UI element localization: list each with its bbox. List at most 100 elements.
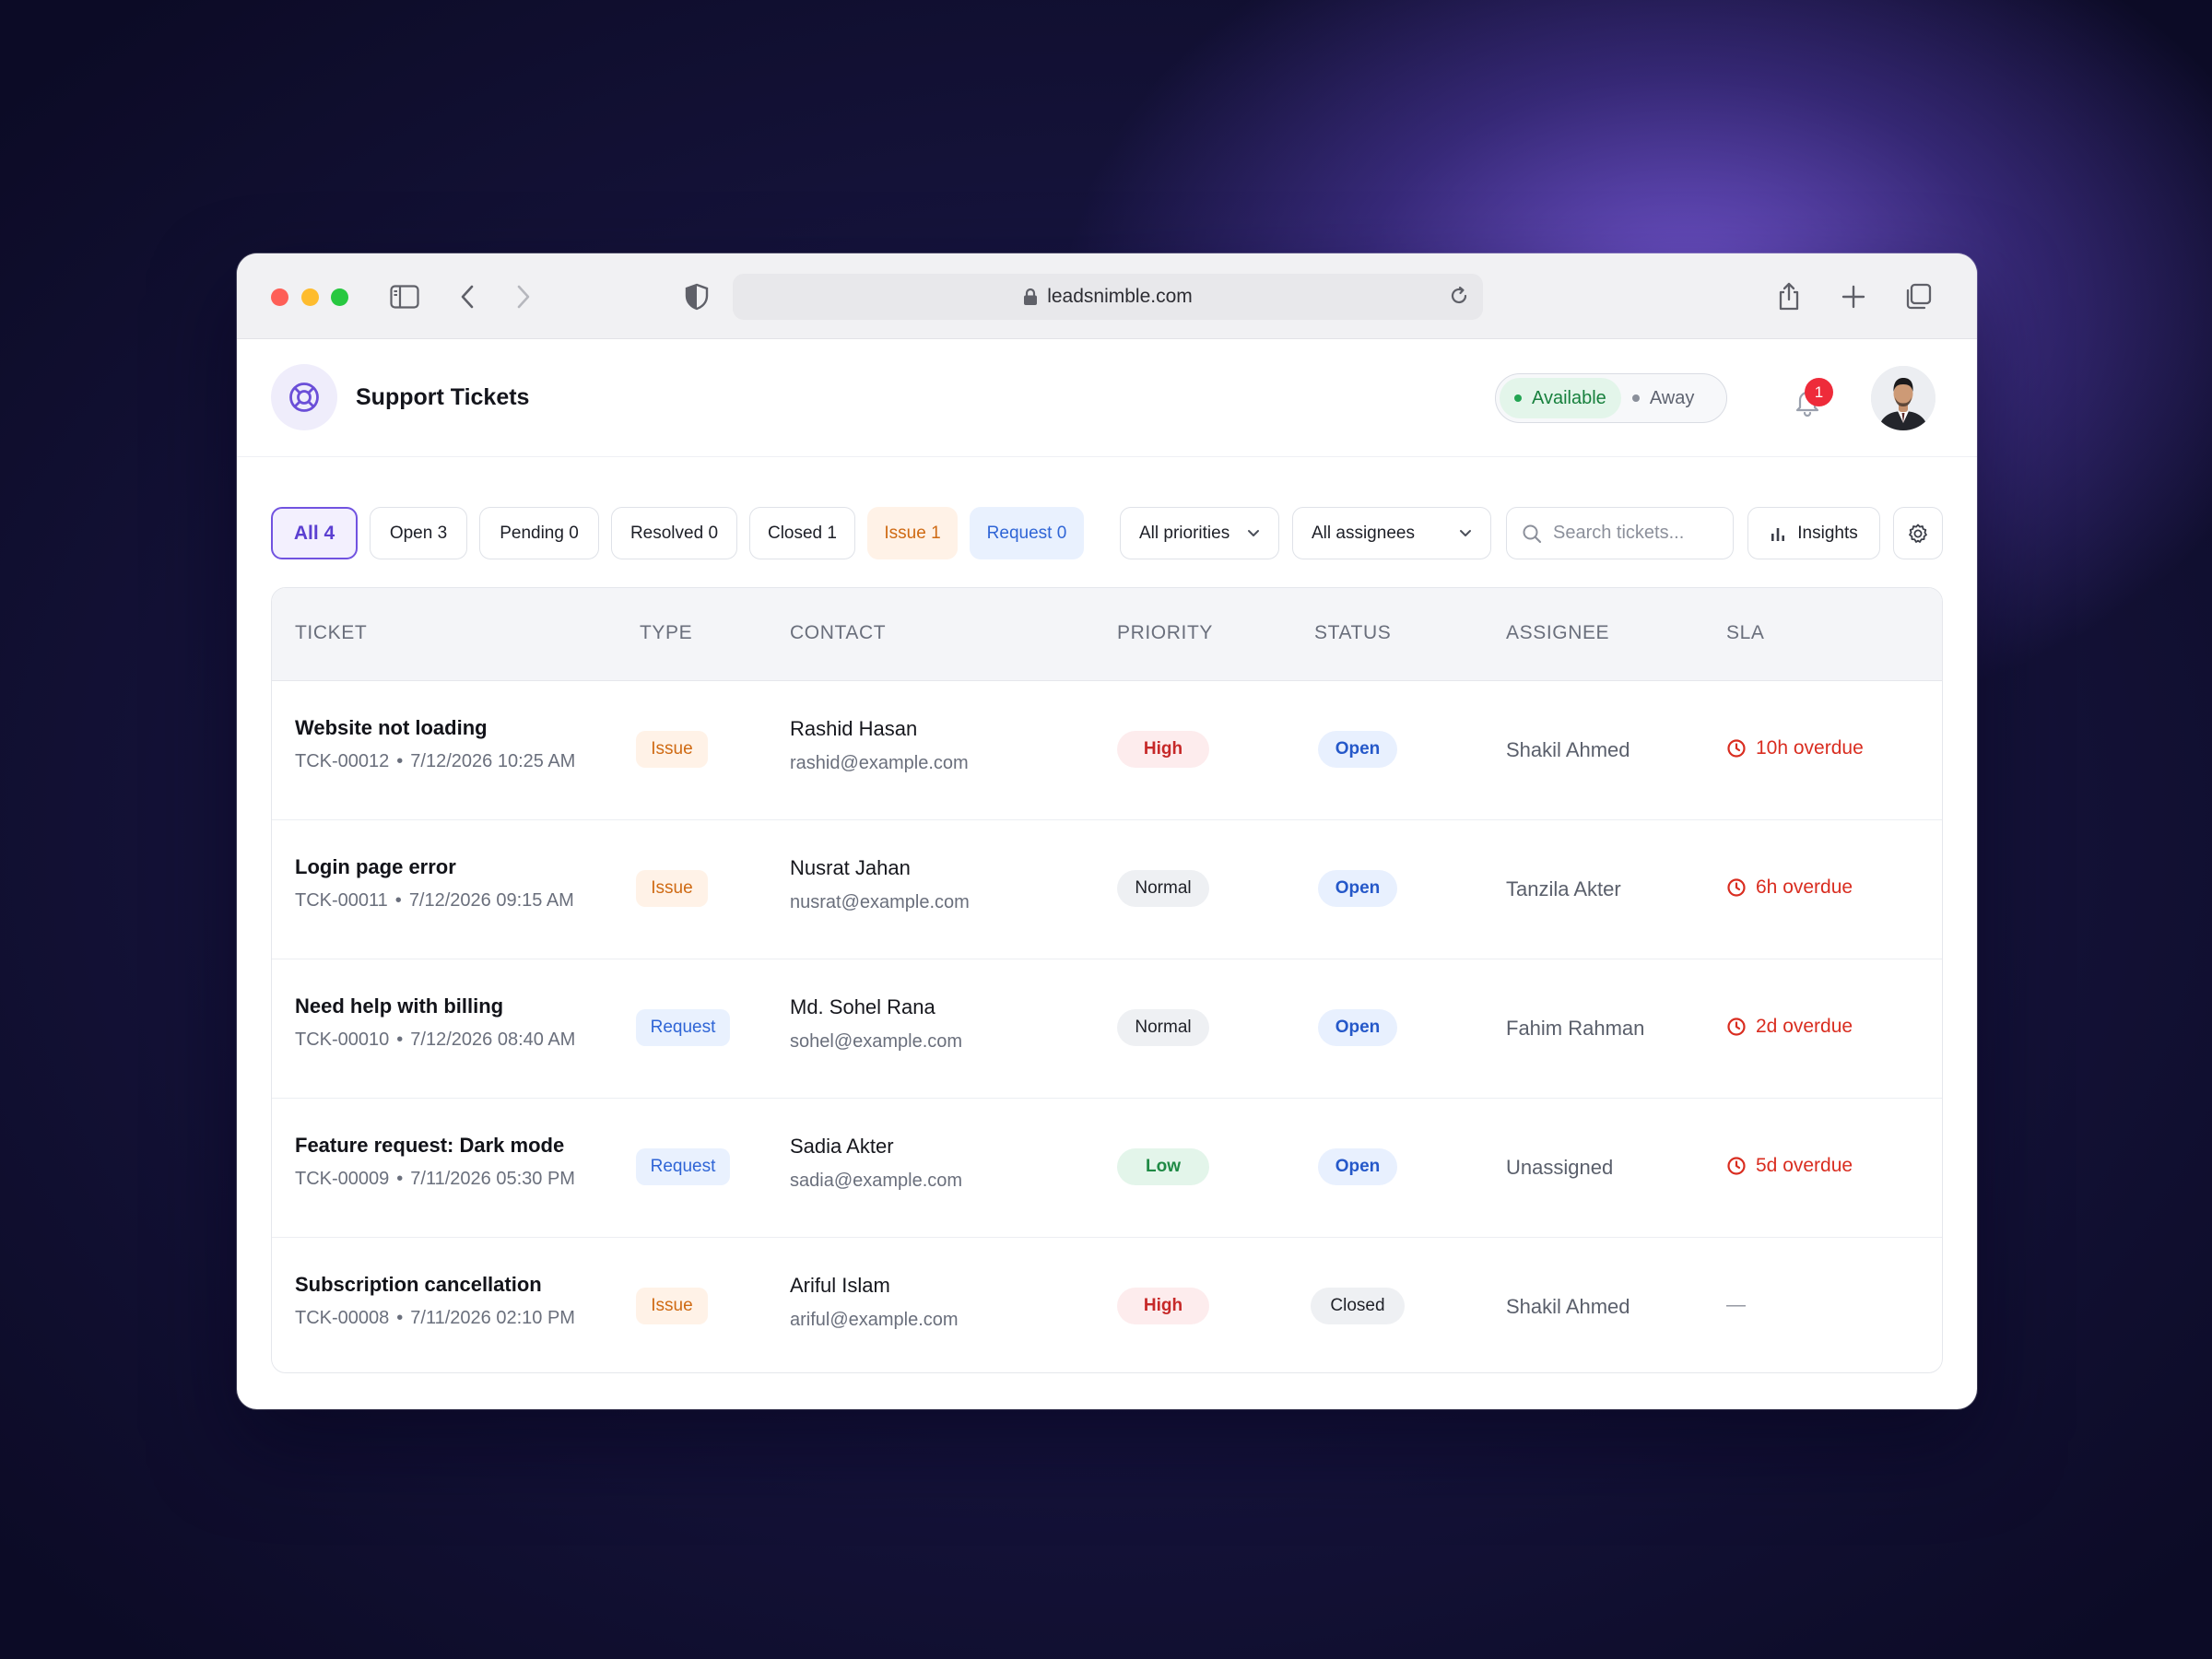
- ticket-cell: Need help with billing TCK-00010 • 7/12/20…: [295, 994, 575, 1051]
- type-badge: Issue: [636, 731, 708, 768]
- column-header-ticket[interactable]: TICKET: [295, 622, 367, 644]
- tab-count: 0: [1056, 523, 1067, 543]
- sla-text: 6h overdue: [1756, 877, 1853, 898]
- table-header: TICKET TYPE CONTACT PRIORITY STATUS ASSI…: [272, 588, 1942, 681]
- column-header-priority[interactable]: PRIORITY: [1117, 622, 1213, 644]
- column-header-assignee[interactable]: ASSIGNEE: [1506, 622, 1609, 644]
- ticket-title[interactable]: Subscription cancellation: [295, 1273, 575, 1297]
- ticket-title[interactable]: Feature request: Dark mode: [295, 1134, 575, 1158]
- notifications-button[interactable]: 1: [1789, 378, 1833, 420]
- contact-email: ariful@example.com: [790, 1310, 959, 1330]
- ticket-title[interactable]: Website not loading: [295, 716, 575, 740]
- ticket-meta: TCK-00011 • 7/12/2026 09:15 AM: [295, 890, 574, 911]
- tab-all[interactable]: All 4: [271, 507, 358, 559]
- settings-button[interactable]: [1893, 507, 1943, 559]
- table-row[interactable]: Subscription cancellation TCK-00008 • 7/11…: [272, 1238, 1942, 1372]
- status-badge: Closed: [1311, 1288, 1405, 1324]
- contact-email: sadia@example.com: [790, 1171, 963, 1191]
- url-text: leadsnimble.com: [1047, 286, 1193, 307]
- status-badge: Open: [1318, 870, 1397, 907]
- avatar[interactable]: [1871, 366, 1936, 430]
- assignee-name: Shakil Ahmed: [1506, 1295, 1630, 1318]
- column-header-sla[interactable]: SLA: [1726, 622, 1765, 644]
- ticket-meta: TCK-00010 • 7/12/2026 08:40 AM: [295, 1030, 576, 1050]
- priority-select[interactable]: All priorities: [1120, 507, 1279, 559]
- sla-text: —: [1726, 1294, 1746, 1315]
- back-icon[interactable]: [448, 277, 487, 316]
- new-tab-icon[interactable]: [1834, 277, 1873, 316]
- type-badge: Issue: [636, 1288, 708, 1324]
- share-icon[interactable]: [1770, 277, 1808, 316]
- column-header-type[interactable]: TYPE: [640, 622, 692, 644]
- clock-icon: [1727, 1018, 1746, 1036]
- lock-icon: [1023, 288, 1038, 306]
- tab-resolved[interactable]: Resolved 0: [611, 507, 737, 559]
- ticket-title[interactable]: Need help with billing: [295, 994, 575, 1018]
- shield-icon[interactable]: [677, 277, 716, 316]
- column-header-contact[interactable]: CONTACT: [790, 622, 886, 644]
- tab-request[interactable]: Request 0: [970, 507, 1084, 559]
- tab-count: 0: [569, 523, 579, 543]
- app-header: Support Tickets Available Away 1: [237, 339, 1977, 457]
- contact-cell: Ariful Islam ariful@example.com: [790, 1274, 959, 1331]
- ticket-id: TCK-00011: [295, 890, 388, 911]
- tabs-overview-icon[interactable]: [1899, 277, 1937, 316]
- insights-button[interactable]: Insights: [1747, 507, 1880, 559]
- table-row[interactable]: Need help with billing TCK-00010 • 7/12/20…: [272, 959, 1942, 1099]
- sidebar-icon[interactable]: [385, 277, 424, 316]
- table-row[interactable]: Website not loading TCK-00012 • 7/12/2026 …: [272, 681, 1942, 820]
- tab-count: 4: [324, 522, 335, 544]
- column-header-status[interactable]: STATUS: [1314, 622, 1391, 644]
- sla-text: 10h overdue: [1756, 737, 1864, 759]
- lifebuoy-icon: [271, 364, 337, 430]
- contact-email: sohel@example.com: [790, 1031, 963, 1052]
- contact-cell: Rashid Hasan rashid@example.com: [790, 717, 969, 774]
- address-bar[interactable]: leadsnimble.com: [733, 274, 1483, 320]
- contact-cell: Md. Sohel Rana sohel@example.com: [790, 995, 962, 1053]
- ticket-date: 7/11/2026 05:30 PM: [410, 1169, 575, 1189]
- status-badge: Open: [1318, 1009, 1397, 1046]
- presence-available-option[interactable]: Available: [1500, 378, 1621, 418]
- tab-issue[interactable]: Issue 1: [867, 507, 958, 559]
- tab-pending[interactable]: Pending 0: [479, 507, 599, 559]
- ticket-title[interactable]: Login page error: [295, 855, 574, 879]
- minimize-window-button[interactable]: [301, 288, 319, 306]
- tab-count: 3: [437, 523, 448, 543]
- sla-value: 6h overdue: [1726, 877, 1853, 899]
- contact-name: Rashid Hasan: [790, 717, 918, 740]
- ticket-id: TCK-00010: [295, 1030, 390, 1050]
- priority-badge: Low: [1117, 1148, 1209, 1185]
- presence-away-option[interactable]: Away: [1621, 378, 1710, 418]
- notification-count-badge: 1: [1805, 378, 1833, 406]
- ticket-cell: Feature request: Dark mode TCK-00009 • 7/1…: [295, 1134, 575, 1190]
- filter-bar: All 4 Open 3 Pending 0 Resolved 0 Closed…: [271, 507, 1943, 560]
- tab-count: 0: [708, 523, 719, 543]
- tab-label: All: [293, 522, 319, 544]
- forward-icon[interactable]: [504, 277, 543, 316]
- search-box: [1506, 507, 1734, 559]
- chevron-down-icon: [1459, 529, 1472, 537]
- ticket-cell: Website not loading TCK-00012 • 7/12/2026 …: [295, 716, 575, 772]
- maximize-window-button[interactable]: [331, 288, 348, 306]
- contact-cell: Sadia Akter sadia@example.com: [790, 1135, 962, 1192]
- sla-text: 5d overdue: [1756, 1155, 1853, 1176]
- tab-open[interactable]: Open 3: [370, 507, 467, 559]
- priority-badge: Normal: [1117, 870, 1209, 907]
- bar-chart-icon: [1770, 525, 1786, 542]
- search-input[interactable]: [1553, 523, 1691, 544]
- table-row[interactable]: Login page error TCK-00011 • 7/12/2026 09:…: [272, 820, 1942, 959]
- tab-label: Pending: [500, 523, 564, 543]
- assignee-select[interactable]: All assignees: [1292, 507, 1491, 559]
- table-row[interactable]: Feature request: Dark mode TCK-00009 • 7/1…: [272, 1099, 1942, 1238]
- contact-cell: Nusrat Jahan nusrat@example.com: [790, 856, 970, 913]
- page-title: Support Tickets: [356, 384, 530, 410]
- ticket-date: 7/12/2026 08:40 AM: [410, 1030, 576, 1050]
- close-window-button[interactable]: [271, 288, 288, 306]
- reload-icon[interactable]: [1448, 285, 1470, 307]
- contact-email: nusrat@example.com: [790, 892, 970, 912]
- gear-icon: [1907, 523, 1929, 545]
- priority-select-value: All priorities: [1139, 523, 1230, 543]
- assignee-name: Shakil Ahmed: [1506, 738, 1630, 761]
- tab-label: Open: [389, 523, 433, 543]
- tab-closed[interactable]: Closed 1: [749, 507, 855, 559]
